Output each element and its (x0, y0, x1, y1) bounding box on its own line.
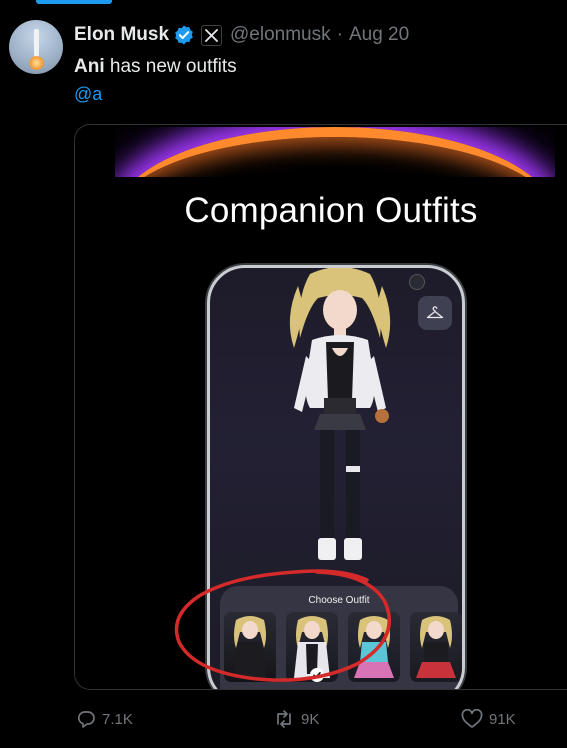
reply-button[interactable]: 7.1K (76, 709, 133, 729)
verified-badge-icon (173, 24, 195, 46)
retweet-count: 9K (301, 710, 320, 728)
tweet-header: Elon Musk @elonmusk · Aug 20 (74, 22, 409, 48)
like-button[interactable]: 91K (461, 709, 516, 729)
active-tab-indicator (36, 0, 112, 4)
hanger-button (418, 296, 452, 330)
tweet-media[interactable]: Companion Outfits Choose Outfit (74, 124, 567, 690)
author-handle[interactable]: @elonmusk (230, 24, 331, 46)
tweet-actions: 7.1K 9K 91K (0, 709, 567, 733)
tweet-text-rest: has new outfits (104, 56, 237, 77)
camera-icon (409, 274, 425, 290)
reply-count: 7.1K (102, 710, 133, 728)
avatar[interactable] (9, 20, 63, 74)
character-figure (289, 268, 391, 560)
hanger-icon (426, 306, 444, 319)
reply-icon (77, 711, 95, 728)
retweet-icon (277, 710, 291, 728)
tweet-date[interactable]: Aug 20 (349, 24, 409, 46)
x-affiliate-icon[interactable] (201, 24, 223, 46)
date-separator: · (336, 24, 343, 45)
rocket-image (34, 29, 39, 59)
mention-link[interactable]: @a (74, 84, 102, 105)
tweet-text-bold: Ani (74, 56, 105, 77)
media-title: Companion Outfits (184, 191, 478, 230)
tweet-text: Ani has new outfits (74, 56, 237, 78)
red-circle-annotation (174, 569, 391, 682)
rocket-flame-image (29, 56, 44, 70)
author-name[interactable]: Elon Musk (74, 24, 169, 46)
heart-icon (461, 709, 483, 728)
retweet-button[interactable]: 9K (273, 709, 319, 729)
outfit-thumb-4 (410, 612, 462, 682)
like-count: 91K (489, 710, 516, 728)
